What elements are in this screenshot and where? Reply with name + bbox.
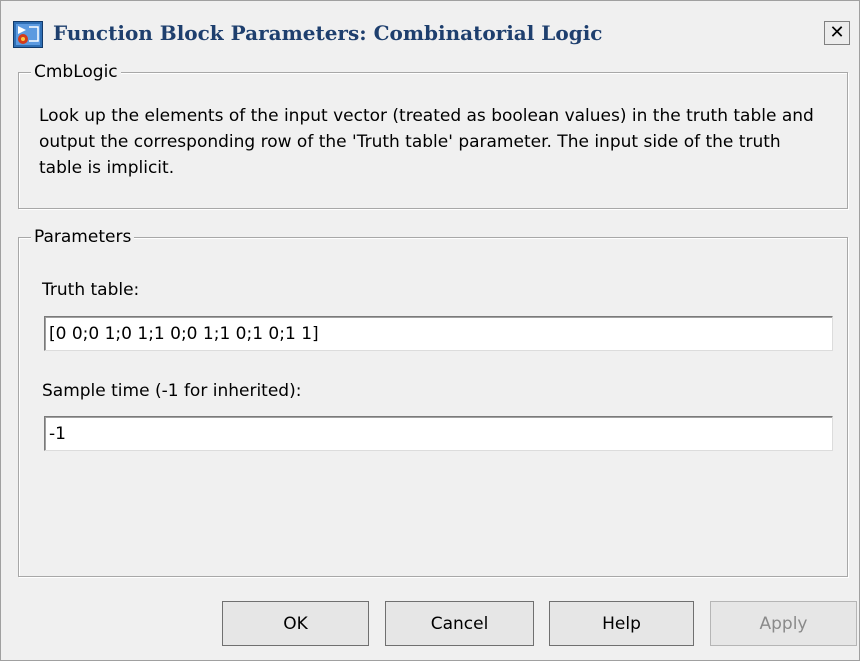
sample-time-label: Sample time (-1 for inherited): [42, 381, 302, 401]
block-description: Look up the elements of the input vector… [39, 106, 814, 178]
block-type-legend: CmbLogic [31, 60, 121, 84]
sample-time-input[interactable] [44, 416, 833, 451]
title-bar[interactable]: Function Block Parameters: Combinatorial… [1, 1, 859, 59]
parameters-group: Parameters Truth table: Sample time (-1 … [18, 225, 848, 577]
parameters-legend: Parameters [31, 225, 135, 249]
window-title: Function Block Parameters: Combinatorial… [53, 21, 603, 45]
block-description-group: CmbLogic Look up the elements of the inp… [18, 60, 848, 209]
truth-table-label: Truth table: [42, 280, 140, 300]
help-button[interactable]: Help [549, 601, 694, 646]
truth-table-input[interactable] [44, 316, 833, 351]
close-icon: ✕ [829, 22, 845, 43]
apply-button[interactable]: Apply [710, 601, 857, 646]
ok-button[interactable]: OK [222, 601, 369, 646]
function-block-parameters-dialog: Function Block Parameters: Combinatorial… [0, 0, 860, 661]
cancel-button[interactable]: Cancel [385, 601, 534, 646]
simulink-block-icon [13, 21, 43, 48]
close-button[interactable]: ✕ [824, 21, 850, 45]
